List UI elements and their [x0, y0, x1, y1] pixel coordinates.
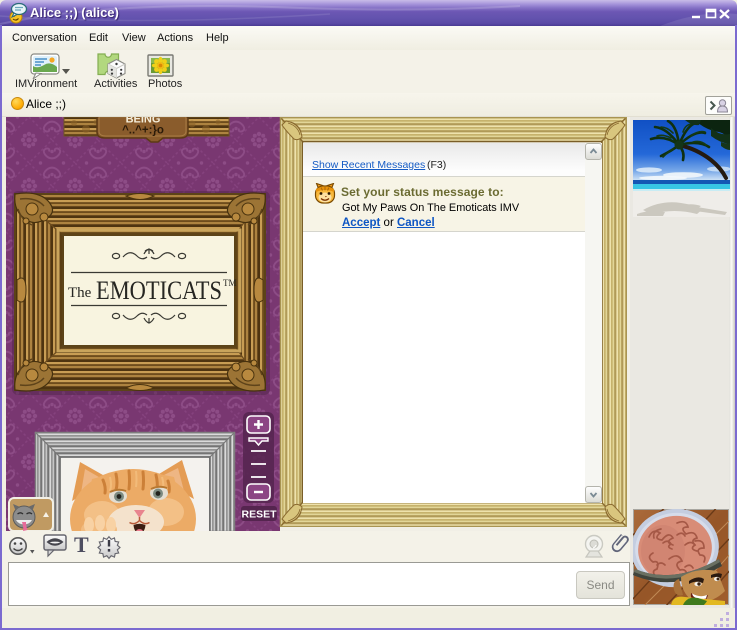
svg-text:T: T: [74, 532, 89, 557]
svg-text:TM: TM: [223, 278, 237, 288]
svg-text:EMOTICATS: EMOTICATS: [96, 276, 222, 305]
svg-text:^..^+:}o: ^..^+:}o: [122, 125, 164, 137]
svg-text:The: The: [68, 285, 92, 301]
svg-text:RESET: RESET: [241, 509, 277, 521]
